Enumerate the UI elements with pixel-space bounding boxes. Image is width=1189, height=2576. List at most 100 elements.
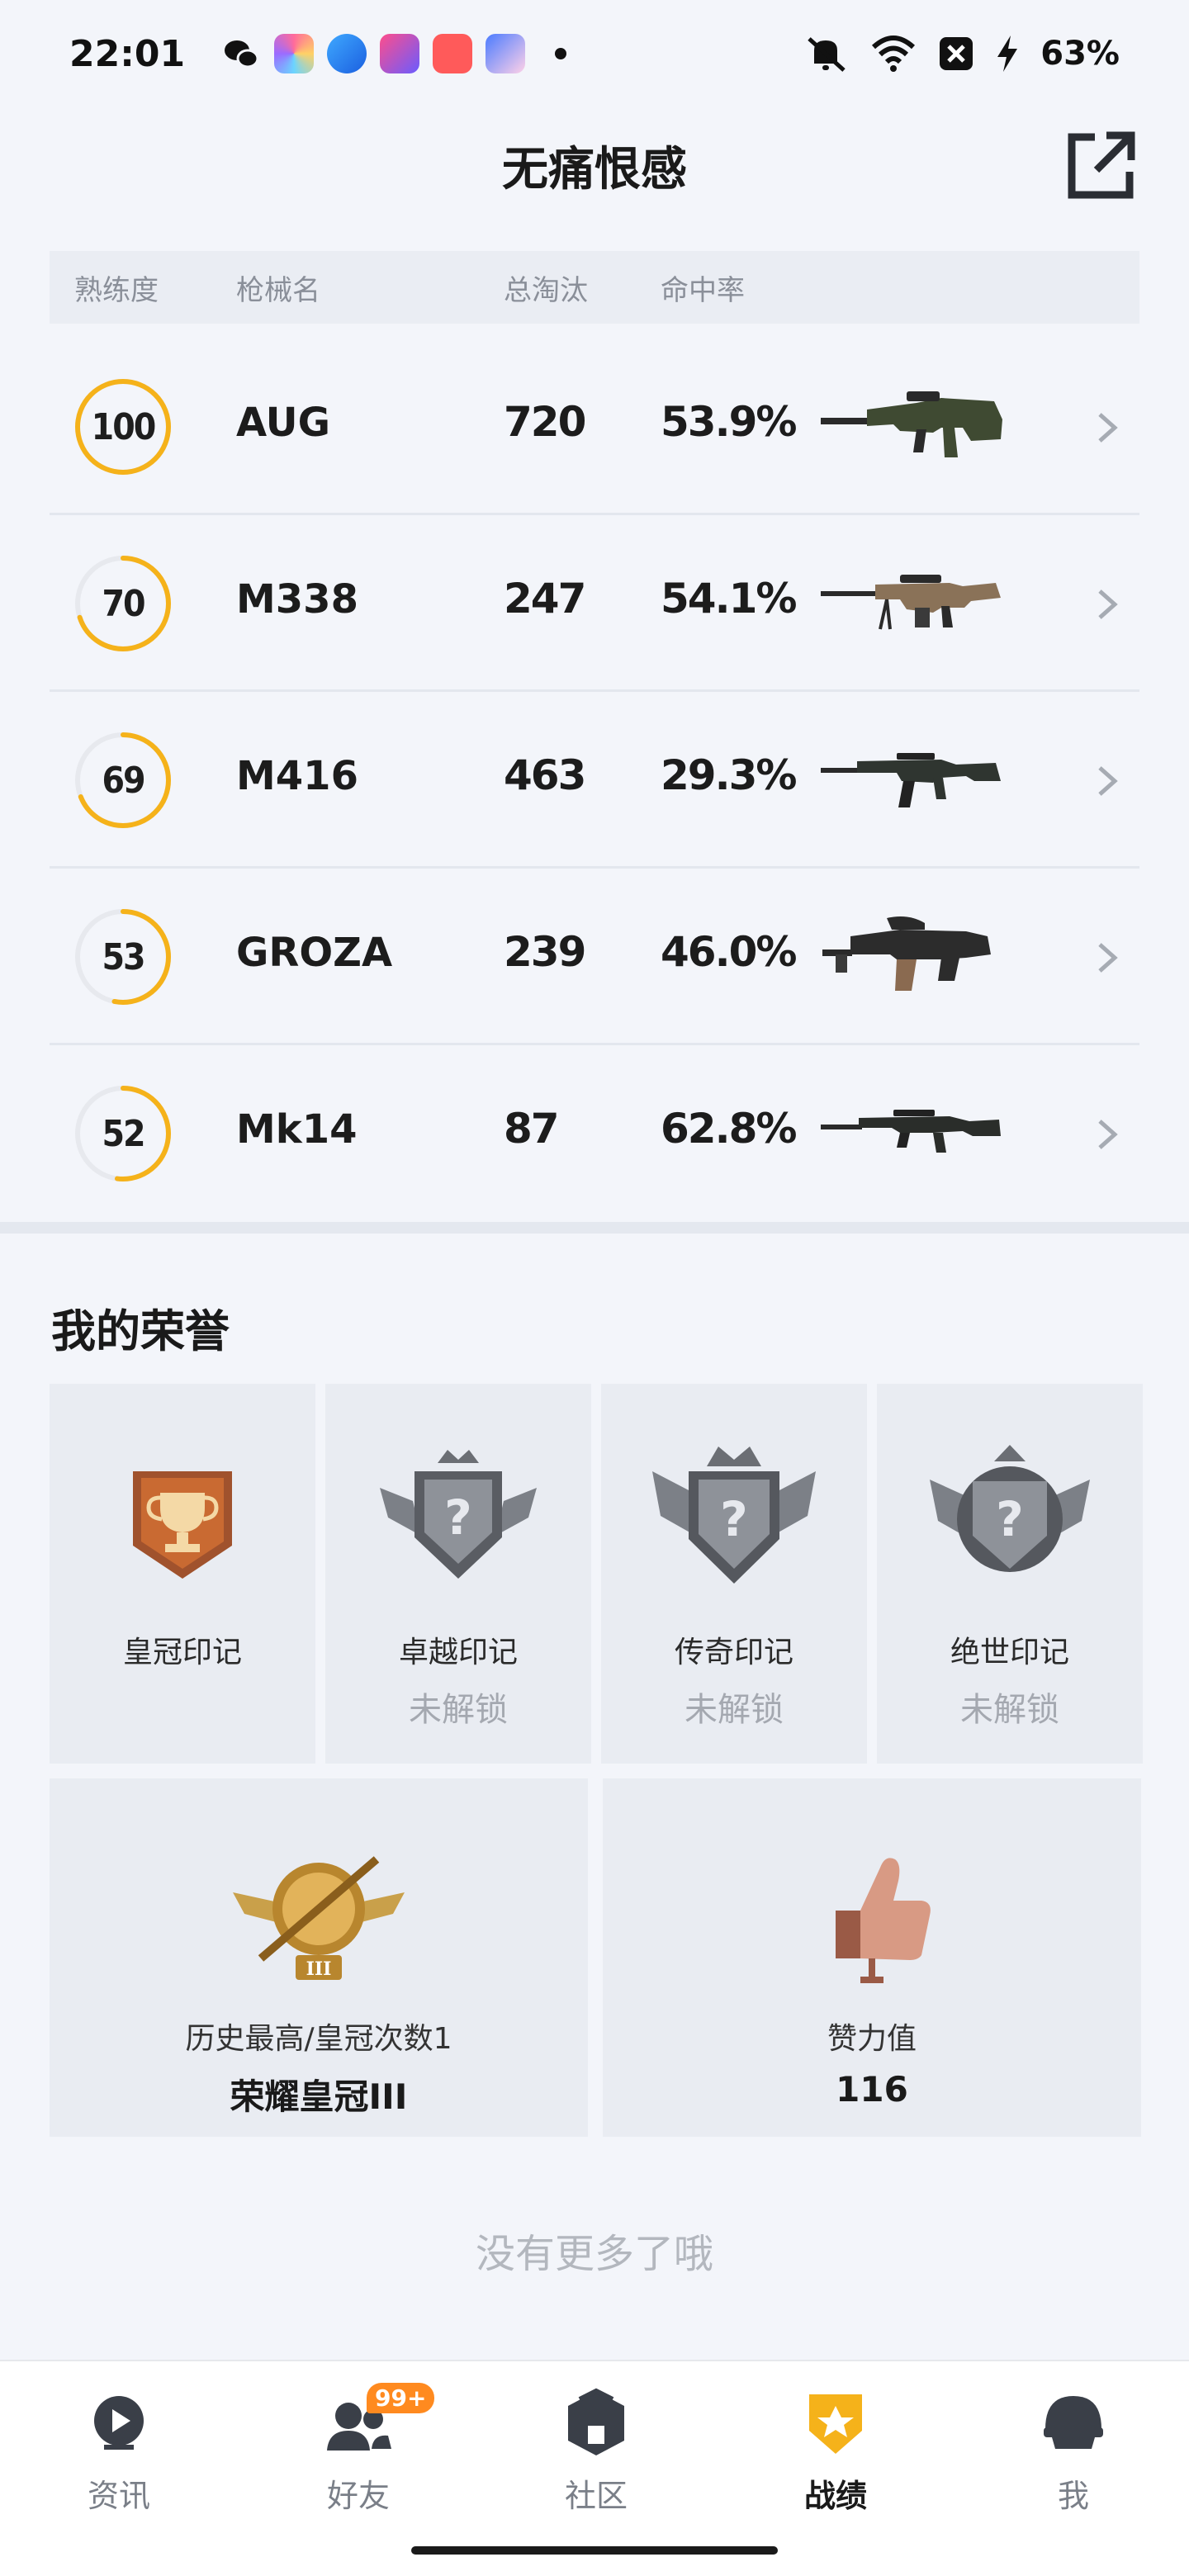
status-system-icons: 63% [803,34,1120,73]
likes-card[interactable]: 赞力值 116 [603,1778,1141,2137]
weapon-hit-rate: 29.3% [661,751,797,799]
battery-percent: 63% [1040,35,1120,73]
news-icon [94,2396,144,2450]
page-header: 无痛恨感 [0,116,1189,215]
wechat-icon [225,40,259,69]
badge-status: 未解锁 [685,1691,784,1729]
nav-item-record[interactable]: 战绩 [753,2383,918,2516]
nav-label: 我 [1057,2478,1089,2514]
highest-rank-card[interactable]: III 历史最高/皇冠次数1 荣耀皇冠III [50,1778,588,2137]
highest-rank-value: 荣耀皇冠III [230,2076,408,2117]
crown-rank-icon: III [233,1856,405,1980]
home-indicator[interactable] [411,2546,778,2555]
header-kills: 总淘汰 [504,273,588,307]
honors-title: 我的荣誉 [51,1305,230,1357]
weapon-row[interactable]: 70 M338 247 54.1% [50,515,1139,692]
status-app-icons [221,34,567,73]
mastery-value: 53 [102,935,145,978]
weapon-table-header: 熟练度 枪械名 总淘汰 命中率 [50,251,1139,324]
page-title: 无痛恨感 [502,142,687,197]
profile-icon [1044,2396,1103,2449]
svg-text:?: ? [996,1491,1024,1547]
wifi-icon [872,36,916,72]
status-bar: 22:01 63% [0,0,1189,107]
mastery-value: 52 [102,1112,145,1155]
header-weapon-name: 枪械名 [236,273,320,307]
nav-label: 社区 [564,2478,628,2514]
badge-name: 皇冠印记 [122,1636,242,1669]
weapon-hit-rate: 54.1% [661,575,797,623]
weapon-hit-rate: 53.9% [661,398,797,446]
badge-name: 传奇印记 [674,1636,793,1669]
bottom-nav: 资讯 99+ 好友 社区 战绩 我 [0,2360,1189,2576]
app-icon [327,34,367,73]
badge-status: 未解锁 [409,1691,508,1729]
chevron-right-icon [1098,590,1118,619]
badge-card-excellence[interactable]: ? 卓越印记 未解锁 [325,1384,591,1764]
weapon-name: Mk14 [236,1106,358,1153]
weapon-row[interactable]: 100 AUG 720 53.9% [50,339,1139,515]
app-icon [274,34,315,73]
m338-rifle-icon [821,575,1001,630]
weapon-list: 100 AUG 720 53.9% 70 M338 247 54.1% 69 M… [50,339,1139,1222]
mastery-value: 70 [102,582,145,625]
weapon-row[interactable]: 52 Mk14 87 62.8% [50,1045,1139,1222]
sim-off-icon [940,37,973,70]
friends-badge: 99+ [367,2383,435,2413]
weapon-name: AUG [236,400,331,446]
aug-rifle-icon [821,391,1002,457]
nav-label: 战绩 [803,2478,867,2514]
weapon-name: GROZA [236,930,393,976]
header-hit-rate: 命中率 [661,273,745,307]
nav-label: 资讯 [87,2478,150,2514]
badge-card-legend[interactable]: ? 传奇印记 未解锁 [601,1384,867,1764]
chevron-right-icon [1098,943,1118,973]
nav-label: 好友 [326,2478,390,2514]
notification-dot [555,48,567,59]
weapon-kills: 463 [504,751,586,799]
nav-item-community[interactable]: 社区 [514,2383,679,2516]
svg-text:III: III [306,1958,332,1980]
likes-value: 116 [836,2069,908,2110]
badge-status: 未解锁 [960,1691,1059,1729]
mastery-value: 69 [102,759,145,802]
mastery-value: 100 [91,405,157,448]
record-icon [809,2394,862,2454]
nav-item-news[interactable]: 资讯 [36,2383,201,2516]
svg-text:?: ? [720,1491,748,1547]
game-icon [486,34,526,73]
locked-badge-icon: ? [380,1450,537,1579]
svg-text:?: ? [444,1489,472,1546]
status-time: 22:01 [69,32,186,75]
weapon-kills: 239 [504,928,586,976]
badge-name: 卓越印记 [398,1636,518,1669]
badge-grid: 皇冠印记 ? 卓越印记 未解锁 ? 传奇印记 未解锁 ? 绝世印记 未解锁 [50,1384,1143,1764]
badge-card-crown[interactable]: 皇冠印记 [50,1384,315,1764]
chevron-right-icon [1098,1120,1118,1149]
charging-icon [997,36,1018,72]
weapon-kills: 720 [504,398,586,446]
m416-rifle-icon [821,753,1001,807]
weapon-row[interactable]: 69 M416 463 29.3% [50,692,1139,869]
video-icon [433,34,473,73]
section-divider [0,1222,1189,1234]
weapon-row[interactable]: 53 GROZA 239 46.0% [50,869,1139,1045]
share-icon[interactable] [1063,127,1139,203]
locked-badge-icon: ? [652,1447,816,1584]
weapon-kills: 247 [504,575,586,623]
thumbs-up-icon [836,1858,931,1983]
no-more-text: 没有更多了哦 [475,2231,713,2277]
community-icon [568,2388,624,2455]
weapon-name: M416 [236,753,358,799]
header-mastery: 熟练度 [74,273,159,307]
honor-summary-grid: III 历史最高/皇冠次数1 荣耀皇冠III 赞力值 116 [50,1778,1141,2137]
weapon-name: M338 [236,576,358,623]
app-icon [380,34,420,73]
mute-icon [808,37,846,72]
chevron-right-icon [1098,766,1118,796]
badge-name: 绝世印记 [950,1636,1069,1669]
badge-card-peerless[interactable]: ? 绝世印记 未解锁 [877,1384,1143,1764]
nav-item-me[interactable]: 我 [991,2383,1156,2516]
likes-label: 赞力值 [827,2022,917,2056]
nav-item-friends[interactable]: 99+ 好友 [276,2383,441,2516]
